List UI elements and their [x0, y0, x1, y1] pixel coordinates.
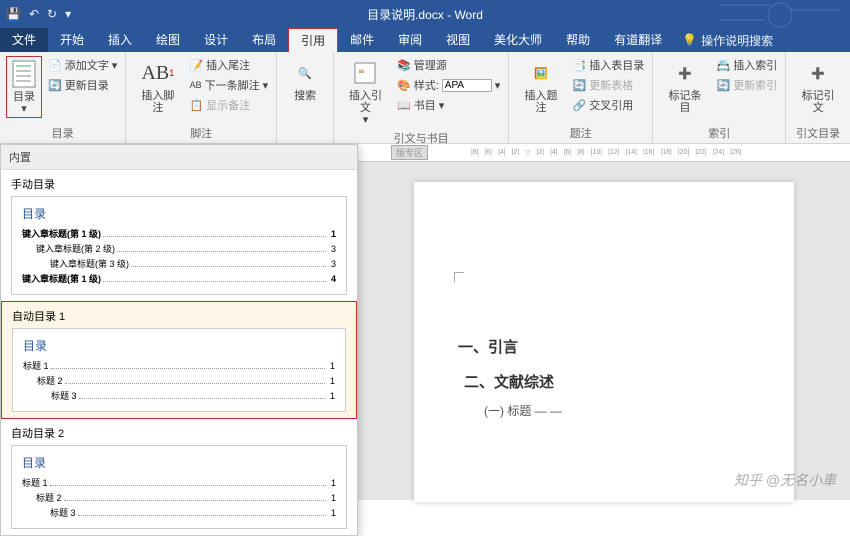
bulb-icon: 💡	[682, 33, 697, 47]
doc-heading-1: 一、引言	[464, 336, 744, 357]
group-search: 🔍 搜索 信息检索	[277, 52, 334, 143]
save-icon[interactable]: 💾	[6, 7, 21, 21]
tab-help[interactable]: 帮助	[554, 28, 602, 52]
style-select[interactable]	[442, 79, 492, 92]
group-footnotes: AB1 插入脚注 📝 插入尾注 AB 下一条脚注 ▾ 📋 显示备注 脚注	[126, 52, 277, 143]
decorative-lines	[720, 0, 840, 35]
citation-style[interactable]: 🎨 样式: ▾	[395, 76, 502, 94]
tab-design[interactable]: 设计	[192, 28, 240, 52]
manage-sources-button[interactable]: 📚 管理源	[395, 56, 502, 74]
insert-endnote-button[interactable]: 📝 插入尾注	[187, 56, 270, 74]
tab-beauty[interactable]: 美化大师	[482, 28, 554, 52]
search-button[interactable]: 🔍 搜索	[283, 56, 327, 104]
undo-icon[interactable]: ↶	[29, 7, 39, 21]
update-table-button[interactable]: 🔄 更新表格	[571, 76, 647, 94]
tab-view[interactable]: 视图	[434, 28, 482, 52]
tab-youdao[interactable]: 有道翻译	[602, 28, 674, 52]
add-text-button[interactable]: 📄 添加文字 ▾	[46, 56, 119, 74]
window-title: 目录说明.docx - Word	[367, 6, 483, 23]
tab-references[interactable]: 引用	[288, 28, 338, 52]
document-area: 版专区 |8||6||4||2|▽|2||4||6||8||10||12||14…	[358, 144, 850, 500]
auto1-label: 自动目录 1	[12, 308, 346, 324]
group-citations: ❝ 插入引文▾ 📚 管理源 🎨 样式: ▾ 📖 书目 ▾ 引文与书目	[334, 52, 509, 143]
caption-icon: 🖼️	[526, 58, 556, 88]
update-index-button[interactable]: 🔄 更新索引	[715, 76, 780, 94]
redo-icon[interactable]: ↻	[47, 7, 57, 21]
mark-entry-icon: ➕	[670, 58, 700, 88]
auto-toc-2-item[interactable]: 自动目录 2 目录 标题 11 标题 21 标题 31	[1, 419, 357, 535]
document-page[interactable]: 一、引言 二、文献综述 (一) 标题 — —	[414, 182, 794, 502]
tab-home[interactable]: 开始	[48, 28, 96, 52]
ribbon: 目录▾ 📄 添加文字 ▾ 🔄 更新目录 目录 AB1 插入脚注 📝 插入尾注 A…	[0, 52, 850, 144]
qat-dropdown-icon[interactable]: ▾	[65, 7, 71, 21]
tell-me[interactable]: 💡 操作说明搜索	[682, 32, 773, 49]
group-toc: 目录▾ 📄 添加文字 ▾ 🔄 更新目录 目录	[0, 52, 126, 143]
footnote-icon: AB1	[143, 58, 173, 88]
tab-file[interactable]: 文件	[0, 28, 48, 52]
cross-reference-button[interactable]: 🔗 交叉引用	[571, 96, 647, 114]
toc-button[interactable]: 目录▾	[6, 56, 42, 118]
margin-marker	[454, 272, 464, 282]
group-index: ➕ 标记条目 📇 插入索引 🔄 更新索引 索引	[653, 52, 786, 143]
ruler[interactable]: 版专区 |8||6||4||2|▽|2||4||6||8||10||12||14…	[358, 144, 850, 162]
title-bar: 💾 ↶ ↻ ▾ 目录说明.docx - Word	[0, 0, 850, 28]
group-label-authorities: 引文目录	[792, 123, 844, 141]
doc-subheading: (一) 标题 — —	[484, 402, 744, 419]
group-captions: 🖼️ 插入题注 📑 插入表目录 🔄 更新表格 🔗 交叉引用 题注	[509, 52, 653, 143]
insert-citation-button[interactable]: ❝ 插入引文▾	[340, 56, 391, 128]
ruler-tag: 版专区	[391, 145, 428, 160]
preview-title: 目录	[22, 454, 336, 471]
group-label-toc: 目录	[6, 123, 119, 141]
quick-access-toolbar: 💾 ↶ ↻ ▾	[6, 7, 71, 21]
search-icon: 🔍	[290, 58, 320, 88]
mark-entry-button[interactable]: ➕ 标记条目	[659, 56, 710, 116]
doc-heading-2: 二、文献综述	[464, 371, 744, 392]
svg-text:❝: ❝	[358, 67, 364, 81]
manual-preview: 目录 键入章标题(第 1 级)1 键入章标题(第 2 级)3 键入章标题(第 3…	[11, 196, 347, 295]
mark-citation-button[interactable]: ➕ 标记引文	[792, 56, 844, 116]
manual-toc-label: 手动目录	[11, 176, 347, 192]
insert-caption-button[interactable]: 🖼️ 插入题注	[515, 56, 566, 116]
insert-index-button[interactable]: 📇 插入索引	[715, 56, 780, 74]
insert-table-figures-button[interactable]: 📑 插入表目录	[571, 56, 647, 74]
tab-insert[interactable]: 插入	[96, 28, 144, 52]
show-notes-button[interactable]: 📋 显示备注	[187, 96, 270, 114]
watermark: 知乎 @无名小車	[734, 470, 836, 490]
preview-title: 目录	[23, 337, 335, 354]
builtin-header: 内置	[1, 145, 357, 170]
toc-gallery-dropdown: 内置 手动目录 目录 键入章标题(第 1 级)1 键入章标题(第 2 级)3 键…	[0, 144, 358, 536]
tab-mail[interactable]: 邮件	[338, 28, 386, 52]
auto-toc-1-item[interactable]: 自动目录 1 目录 标题 11 标题 21 标题 31	[1, 301, 357, 419]
auto1-preview: 目录 标题 11 标题 21 标题 31	[12, 328, 346, 412]
toc-icon	[9, 59, 39, 89]
tab-layout[interactable]: 布局	[240, 28, 288, 52]
next-footnote-button[interactable]: AB 下一条脚注 ▾	[187, 76, 270, 94]
mark-citation-icon: ➕	[803, 58, 833, 88]
group-authorities: ➕ 标记引文 引文目录	[786, 52, 850, 143]
group-label-index: 索引	[659, 123, 779, 141]
bibliography-button[interactable]: 📖 书目 ▾	[395, 96, 502, 114]
tell-me-label: 操作说明搜索	[701, 32, 773, 49]
citation-icon: ❝	[350, 58, 380, 88]
auto2-preview: 目录 标题 11 标题 21 标题 31	[11, 445, 347, 529]
insert-footnote-button[interactable]: AB1 插入脚注	[132, 56, 183, 116]
auto2-label: 自动目录 2	[11, 425, 347, 441]
manual-toc-item[interactable]: 手动目录 目录 键入章标题(第 1 级)1 键入章标题(第 2 级)3 键入章标…	[1, 170, 357, 301]
tab-draw[interactable]: 绘图	[144, 28, 192, 52]
group-label-footnotes: 脚注	[132, 123, 270, 141]
update-toc-button[interactable]: 🔄 更新目录	[46, 76, 119, 94]
preview-title: 目录	[22, 205, 336, 222]
group-label-captions: 题注	[515, 123, 646, 141]
menu-bar: 文件 开始 插入 绘图 设计 布局 引用 邮件 审阅 视图 美化大师 帮助 有道…	[0, 28, 850, 52]
tab-review[interactable]: 审阅	[386, 28, 434, 52]
toc-label: 目录	[13, 91, 35, 103]
